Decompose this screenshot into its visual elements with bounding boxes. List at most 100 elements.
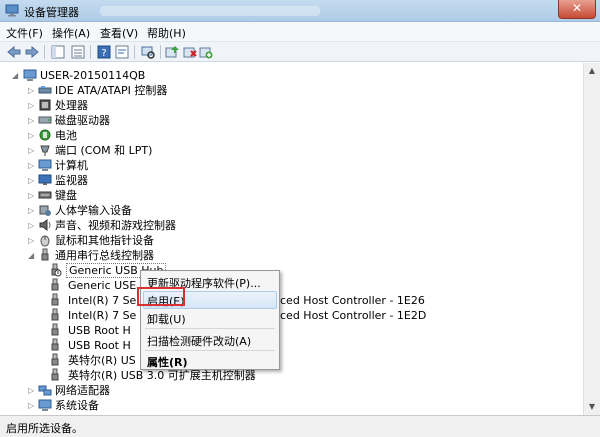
usb-icon	[51, 338, 59, 351]
tree-item[interactable]: ▷ 处理器	[28, 98, 328, 113]
device-manager-icon	[5, 4, 19, 17]
tree-item[interactable]: ▷ 鼠标和其他指针设备	[28, 233, 328, 248]
console-tree-icon[interactable]	[50, 44, 66, 60]
tree-item[interactable]: ▷ 磁盘驱动器	[28, 113, 328, 128]
expand-arrow-icon[interactable]: ▷	[28, 116, 35, 125]
menu-help[interactable]: 帮助(H)	[147, 25, 186, 41]
tree-item[interactable]: ▷ 端口 (COM 和 LPT)	[28, 143, 328, 158]
tree-item[interactable]: ▷ 网络适配器	[28, 383, 328, 398]
battery-icon	[39, 129, 51, 141]
tree-item[interactable]: ▷ IDE ATA/ATAPI 控制器	[28, 83, 328, 98]
keyboard-icon	[38, 191, 52, 199]
ctx-label: 扫描检测硬件改动(A)	[147, 335, 252, 348]
menu-view[interactable]: 查看(V)	[100, 25, 138, 41]
expand-arrow-icon[interactable]: ▷	[28, 191, 35, 200]
properties-icon[interactable]	[114, 44, 130, 60]
usb-hub-disabled-icon	[51, 263, 62, 277]
back-arrow-icon[interactable]	[6, 44, 22, 60]
ide-controller-icon	[38, 86, 52, 94]
ctx-properties[interactable]: 属性(R)	[141, 352, 279, 370]
computer-icon	[38, 159, 52, 171]
expand-arrow-icon[interactable]: ▷	[28, 146, 35, 155]
menu-bar: 文件(F) 操作(A) 查看(V) 帮助(H)	[0, 22, 600, 42]
expand-arrow-icon[interactable]: ▷	[28, 161, 35, 170]
tree-item[interactable]: ▷ 键盘	[28, 188, 328, 203]
usb-icon	[41, 248, 49, 261]
system-device-icon	[38, 399, 52, 411]
tree-item[interactable]: ▷ 系统设备	[28, 398, 328, 413]
title-blur	[100, 6, 320, 16]
context-menu: 更新驱动程序软件(P)... 启用(E) 卸载(U) 扫描检测硬件改动(A) 属…	[140, 270, 280, 370]
tree-item-label: 人体学输入设备	[55, 204, 132, 217]
close-button[interactable]: ✕	[558, 0, 596, 19]
tree-item[interactable]: ▷ 声音、视频和游戏控制器	[28, 218, 328, 233]
root-label: USER-20150114QB	[40, 69, 146, 82]
processor-icon	[39, 99, 51, 111]
tree-item-label: 处理器	[55, 99, 88, 112]
network-adapter-icon	[38, 385, 52, 396]
ctx-separator	[145, 350, 275, 351]
menu-file[interactable]: 文件(F)	[6, 25, 43, 41]
menu-action[interactable]: 操作(A)	[52, 25, 90, 41]
tree-item[interactable]: 英特尔(R) USB 3.0 可扩展主机控制器	[48, 368, 448, 383]
tree-item[interactable]: Intel(R) 7 Se ced Host Controller - 1E26	[48, 293, 583, 308]
usb-icon	[51, 368, 59, 381]
expand-arrow-icon[interactable]: ▷	[28, 221, 35, 230]
tree-item-label: 键盘	[55, 189, 77, 202]
device-tree: ◢ USER-20150114QB ▷ IDE ATA/ATAPI 控制器 ▷ …	[0, 63, 583, 415]
title-bar: 设备管理器 ✕	[0, 0, 600, 22]
usb-icon	[51, 308, 59, 321]
ctx-separator	[145, 328, 275, 329]
tree-item-label: 声音、视频和游戏控制器	[55, 219, 176, 232]
collapse-arrow-icon[interactable]: ◢	[12, 71, 19, 80]
computer-icon	[23, 69, 37, 81]
tree-item-label: 端口 (COM 和 LPT)	[55, 144, 153, 157]
tree-item[interactable]: ◢ 通用串行总线控制器	[28, 248, 328, 263]
expand-arrow-icon[interactable]: ▷	[28, 386, 35, 395]
vertical-scrollbar[interactable]: ▲ ▼	[583, 63, 600, 415]
tree-item-label: 磁盘驱动器	[55, 114, 110, 127]
tree-item-label: IDE ATA/ATAPI 控制器	[55, 84, 168, 97]
toolbar-separator	[90, 45, 91, 59]
toolbar: ?	[0, 42, 600, 62]
tree-item-label: 监视器	[55, 174, 88, 187]
tree-item[interactable]: Intel(R) 7 Se ced Host Controller - 1E2D	[48, 308, 583, 323]
toolbar-separator	[134, 45, 135, 59]
expand-arrow-icon[interactable]: ▷	[28, 101, 35, 110]
tree-item[interactable]: ▷ 计算机	[28, 158, 328, 173]
tree-item[interactable]: ▷ 电池	[28, 128, 328, 143]
list-view-icon[interactable]	[70, 44, 86, 60]
tree-item-label: 电池	[55, 129, 77, 142]
tree-root[interactable]: ◢ USER-20150114QB	[12, 68, 312, 83]
ctx-label: 卸载(U)	[147, 313, 186, 326]
monitor-icon	[38, 174, 52, 185]
enable-device-icon[interactable]	[198, 44, 214, 60]
scroll-up-icon[interactable]: ▲	[586, 65, 598, 77]
uninstall-icon[interactable]	[182, 44, 198, 60]
port-icon	[40, 145, 50, 156]
scroll-down-icon[interactable]: ▼	[586, 401, 598, 413]
speaker-icon	[39, 219, 51, 231]
update-driver-icon[interactable]	[164, 44, 180, 60]
ctx-uninstall[interactable]: 卸载(U)	[141, 309, 279, 327]
expand-arrow-icon[interactable]: ▷	[28, 236, 35, 245]
status-text: 启用所选设备。	[6, 422, 83, 435]
tree-item-label: Intel(R) 7 Se	[68, 294, 137, 307]
forward-arrow-icon[interactable]	[24, 44, 40, 60]
scan-hardware-icon[interactable]	[140, 44, 156, 60]
ctx-label: 属性(R)	[147, 356, 188, 369]
tree-item[interactable]: ▷ 监视器	[28, 173, 328, 188]
expand-arrow-icon[interactable]: ▷	[28, 131, 35, 140]
ctx-scan[interactable]: 扫描检测硬件改动(A)	[141, 331, 279, 349]
help-icon[interactable]: ?	[96, 44, 112, 60]
expand-arrow-icon[interactable]: ▷	[28, 86, 35, 95]
tree-item-label: 系统设备	[55, 399, 99, 412]
status-bar: 启用所选设备。	[0, 415, 600, 437]
tree-item[interactable]: ▷ 人体学输入设备	[28, 203, 328, 218]
expand-arrow-icon[interactable]: ▷	[28, 206, 35, 215]
collapse-arrow-icon[interactable]: ◢	[28, 251, 35, 260]
expand-arrow-icon[interactable]: ▷	[28, 176, 35, 185]
expand-arrow-icon[interactable]: ▷	[28, 401, 35, 410]
tree-item-label: 英特尔(R) USB 3.0 可扩展主机控制器	[68, 369, 256, 382]
tree-item-label: Generic USE	[68, 279, 137, 292]
